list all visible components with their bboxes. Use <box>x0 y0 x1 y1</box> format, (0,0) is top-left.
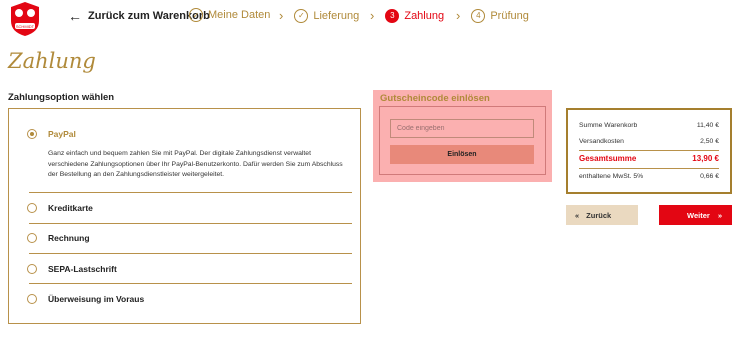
chevron-right-icon: › <box>456 8 461 23</box>
check-icon: ✓ <box>294 8 309 23</box>
payment-option-label: PayPal <box>48 129 76 139</box>
step-lieferung[interactable]: › ✓ Lieferung <box>279 8 359 23</box>
summary-value: 2,50 € <box>700 138 719 145</box>
payment-section-title: Zahlungsoption wählen <box>8 92 115 103</box>
payment-options-list: PayPal Ganz einfach und bequem zahlen Si… <box>8 108 361 324</box>
step-pruefung[interactable]: › 4 Prüfung <box>456 8 529 23</box>
step-meine-daten[interactable]: ✓ Meine Daten <box>189 8 270 22</box>
payment-option-paypal[interactable]: PayPal Ganz einfach und bequem zahlen Si… <box>9 109 360 193</box>
coupon-form: Einlösen <box>379 106 546 175</box>
chevron-right-icon: › <box>279 8 284 23</box>
payment-option-kreditkarte[interactable]: Kreditkarte <box>9 193 360 223</box>
radio-button[interactable] <box>27 129 37 139</box>
step-number-badge: 4 <box>471 8 486 23</box>
step-number-badge: 3 <box>385 8 400 23</box>
summary-value: 0,66 € <box>700 173 719 180</box>
payment-option-rechnung[interactable]: Rechnung <box>9 224 360 254</box>
payment-option-sepa[interactable]: SEPA-Lastschrift <box>9 254 360 284</box>
chevron-right-icon: › <box>370 8 375 23</box>
step-label: Prüfung <box>490 9 529 22</box>
summary-row-subtotal: Summe Warenkorb 11,40 € <box>579 122 719 129</box>
redeem-coupon-button[interactable]: Einlösen <box>390 145 534 164</box>
arrow-left-icon: ← <box>68 8 82 24</box>
summary-row-vat: enthaltene MwSt. 5% 0,66 € <box>579 173 719 180</box>
brand-logo[interactable]: SCHMIDT <box>8 1 42 37</box>
coupon-title: Gutscheincode einlösen <box>380 93 490 104</box>
next-button-label: Weiter <box>687 210 710 220</box>
step-label: Zahlung <box>404 9 445 22</box>
radio-button[interactable] <box>27 233 37 243</box>
double-chevron-right-icon: » <box>717 210 722 220</box>
payment-option-label: Rechnung <box>48 233 90 243</box>
payment-option-vorkasse[interactable]: Überweisung im Voraus <box>9 284 360 314</box>
payment-option-label: Überweisung im Voraus <box>48 294 145 304</box>
payment-option-description: Ganz einfach und bequem zahlen Sie mit P… <box>48 150 343 178</box>
back-button-label: Zurück <box>586 210 612 220</box>
order-summary: Summe Warenkorb 11,40 € Versandkosten 2,… <box>566 108 732 194</box>
summary-label: enthaltene MwSt. 5% <box>579 173 644 180</box>
summary-row-total: Gesamtsumme 13,90 € <box>579 154 719 163</box>
summary-label: Summe Warenkorb <box>579 122 638 129</box>
divider <box>579 150 719 151</box>
step-label: Meine Daten <box>208 9 271 21</box>
radio-button[interactable] <box>27 203 37 213</box>
divider <box>579 168 719 169</box>
back-button[interactable]: « Zurück <box>566 205 638 225</box>
page-title: Zahlung <box>8 49 96 73</box>
radio-button[interactable] <box>27 264 37 274</box>
summary-total-label: Gesamtsumme <box>579 154 637 163</box>
payment-option-label: SEPA-Lastschrift <box>48 264 117 274</box>
payment-option-label: Kreditkarte <box>48 203 93 213</box>
next-button[interactable]: Weiter » <box>659 205 732 225</box>
step-label: Lieferung <box>313 9 360 22</box>
coupon-panel: Gutscheincode einlösen Einlösen <box>373 90 552 182</box>
summary-label: Versandkosten <box>579 138 624 145</box>
check-icon: ✓ <box>189 8 203 22</box>
coupon-code-input[interactable] <box>390 119 534 138</box>
radio-button[interactable] <box>27 294 37 304</box>
svg-text:SCHMIDT: SCHMIDT <box>16 24 35 29</box>
step-zahlung[interactable]: › 3 Zahlung <box>370 8 444 23</box>
summary-row-shipping: Versandkosten 2,50 € <box>579 138 719 145</box>
summary-value: 11,40 € <box>696 122 719 129</box>
summary-total-value: 13,90 € <box>692 154 719 163</box>
double-chevron-left-icon: « <box>575 210 580 220</box>
